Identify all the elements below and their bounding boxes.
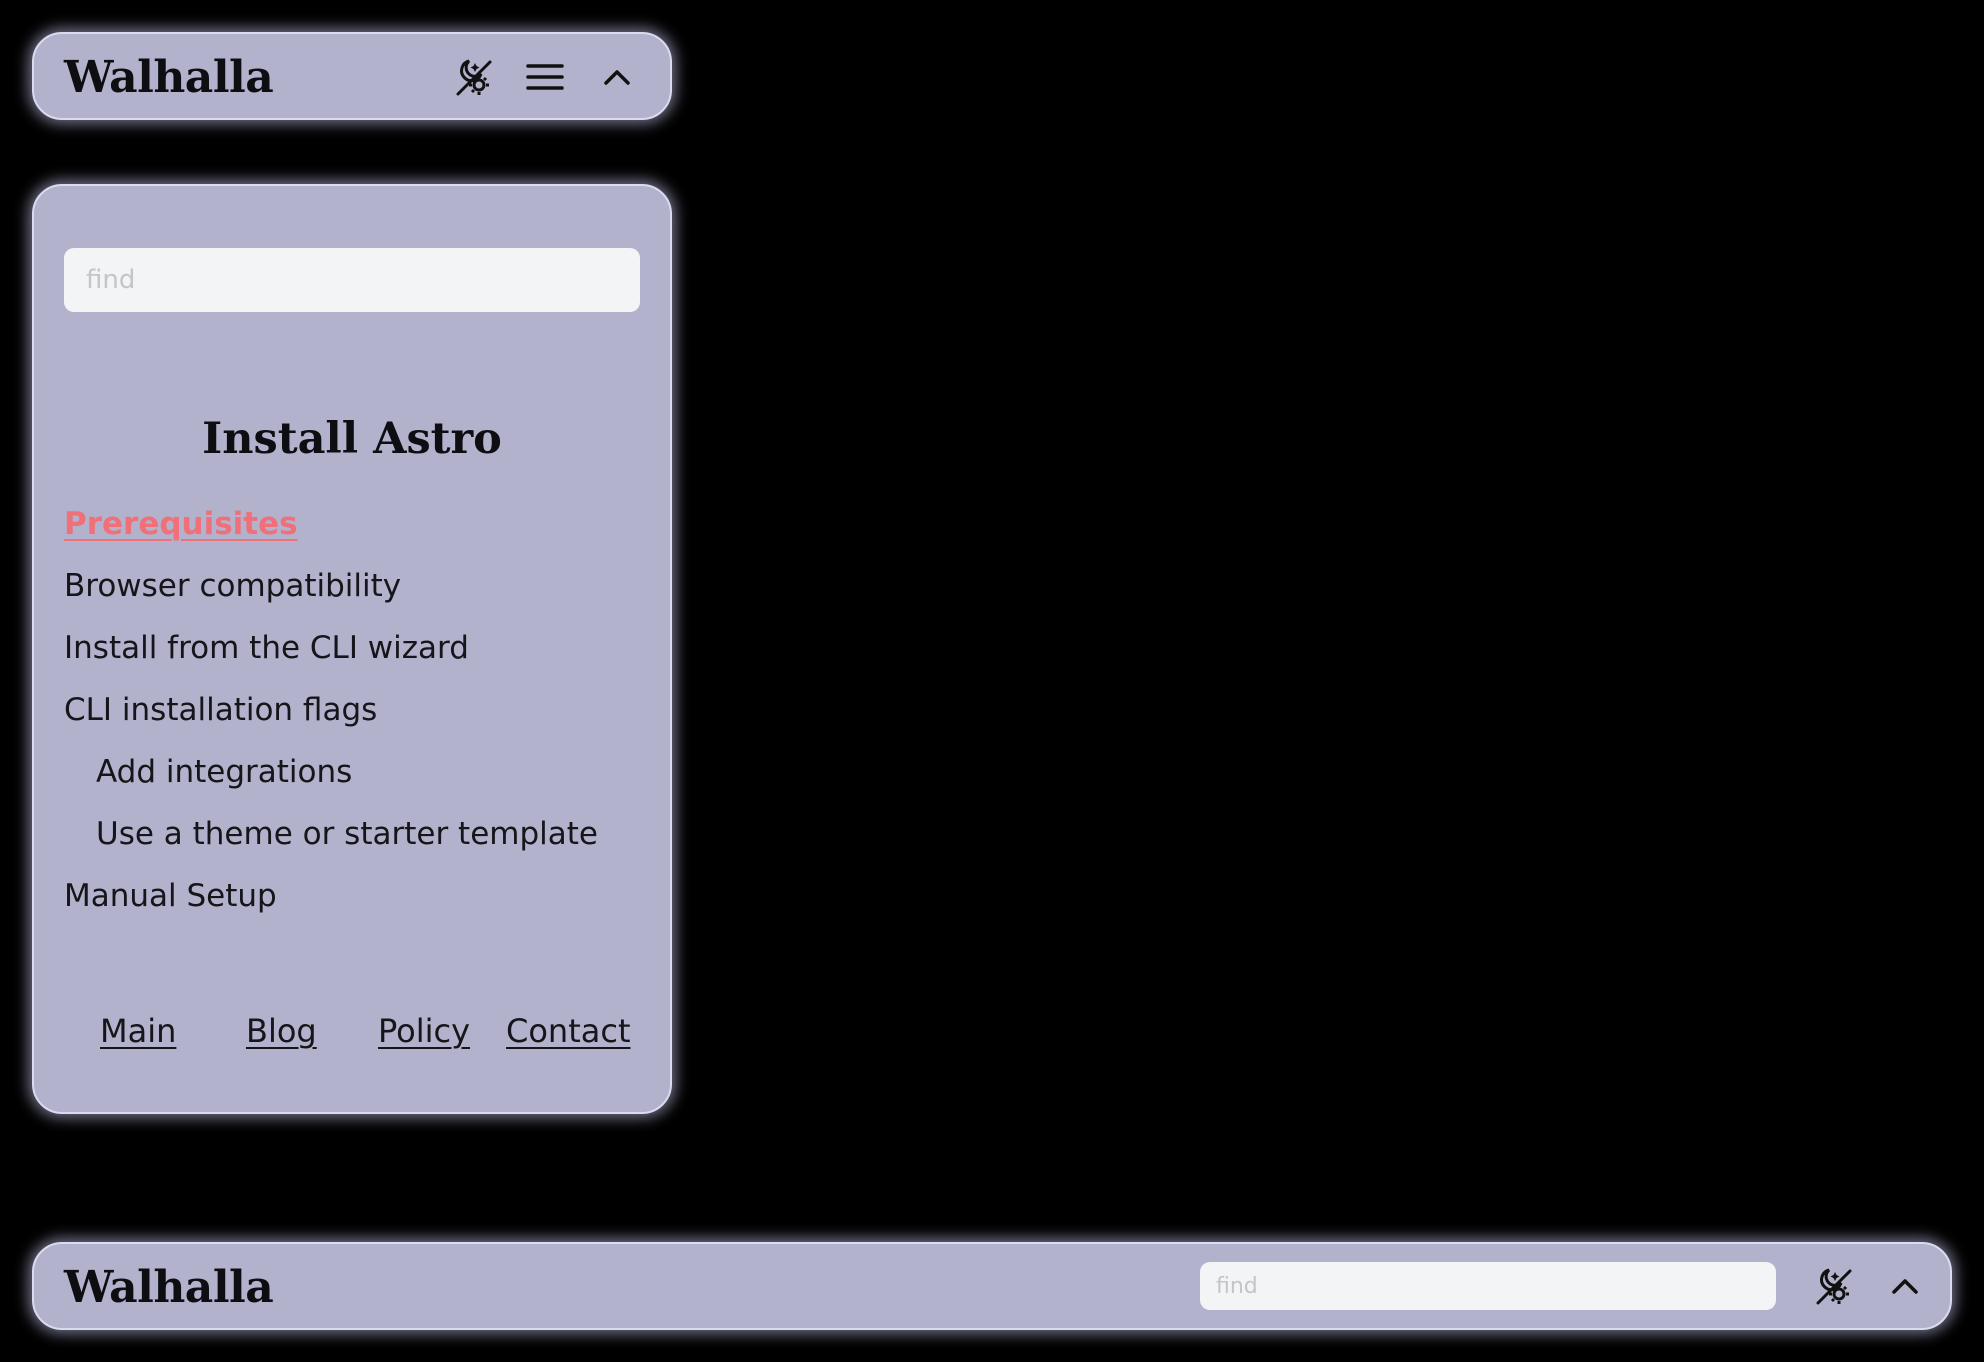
search-input[interactable] bbox=[64, 248, 640, 312]
toc-item-theme-starter-template[interactable]: Use a theme or starter template bbox=[96, 819, 598, 850]
menu-icon bbox=[526, 64, 564, 90]
brand-logo[interactable]: Walhalla bbox=[64, 56, 274, 100]
toc-item-install-cli-wizard[interactable]: Install from the CLI wizard bbox=[64, 633, 469, 664]
collapse-button[interactable] bbox=[592, 52, 642, 102]
collapse-button-bottom[interactable] bbox=[1880, 1261, 1930, 1311]
menu-button[interactable] bbox=[520, 52, 570, 102]
top-header: Walhalla bbox=[32, 32, 672, 120]
side-panel: Install Astro Prerequisites Browser comp… bbox=[32, 184, 672, 1114]
toc-item-browser-compatibility[interactable]: Browser compatibility bbox=[64, 571, 401, 602]
footer-link-contact[interactable]: Contact bbox=[506, 1015, 631, 1047]
toc-title: Install Astro bbox=[202, 414, 502, 464]
search-input-bottom[interactable] bbox=[1200, 1262, 1776, 1310]
toc-item-cli-installation-flags[interactable]: CLI installation flags bbox=[64, 695, 377, 726]
footer-link-blog[interactable]: Blog bbox=[246, 1015, 317, 1047]
theme-toggle-icon bbox=[1816, 1268, 1852, 1305]
theme-toggle-button-bottom[interactable] bbox=[1808, 1261, 1858, 1311]
chevron-up-icon bbox=[1892, 1279, 1918, 1294]
chevron-up-icon bbox=[604, 70, 630, 85]
toc-item-add-integrations[interactable]: Add integrations bbox=[96, 757, 352, 788]
theme-toggle-icon bbox=[456, 59, 492, 96]
footer-link-policy[interactable]: Policy bbox=[378, 1015, 470, 1047]
toc-item-manual-setup[interactable]: Manual Setup bbox=[64, 881, 277, 912]
brand-logo-bottom[interactable]: Walhalla bbox=[64, 1266, 274, 1310]
footer-link-main[interactable]: Main bbox=[100, 1015, 176, 1047]
bottom-header: Walhalla bbox=[32, 1242, 1952, 1330]
theme-toggle-button[interactable] bbox=[448, 52, 498, 102]
toc-item-prerequisites[interactable]: Prerequisites bbox=[64, 509, 298, 540]
